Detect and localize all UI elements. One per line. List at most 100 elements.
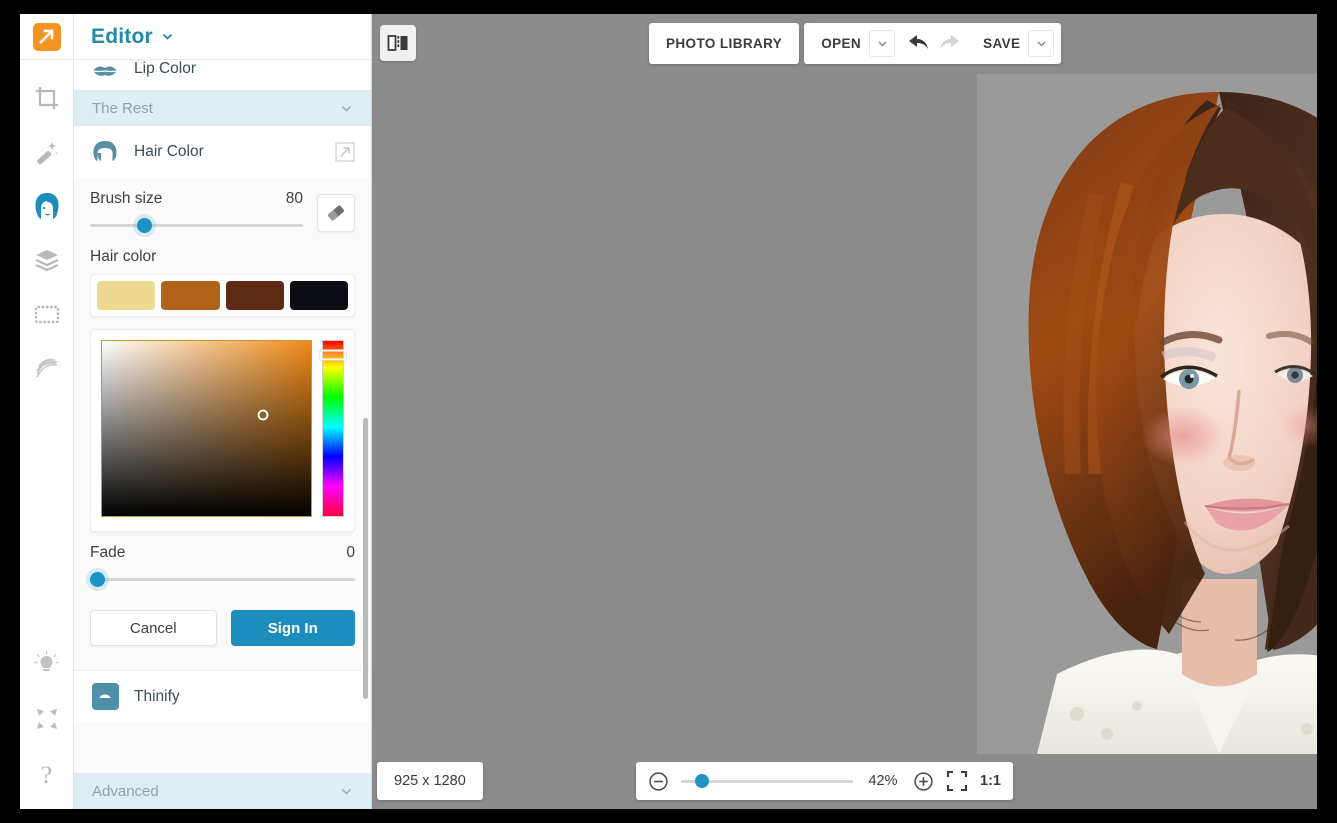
tool-header-hair-color[interactable]: Hair Color: [74, 126, 371, 178]
photo-library-button[interactable]: PHOTO LIBRARY: [649, 23, 799, 64]
panel-body: Lip Color The Rest Hair Color: [74, 60, 371, 809]
swatch-black[interactable]: [290, 281, 348, 310]
plus-circle-icon: [913, 771, 934, 792]
rail-item-help[interactable]: ?: [22, 749, 72, 801]
rail-item-frames[interactable]: [22, 288, 72, 340]
save-button[interactable]: SAVE: [966, 23, 1028, 64]
fit-screen-icon: [946, 770, 968, 792]
section-label: Advanced: [92, 783, 340, 800]
zoom-toolbar: 42% 1:1: [636, 762, 1013, 800]
undo-arrow-icon: [906, 34, 930, 54]
fit-screen-button[interactable]: [946, 770, 968, 792]
slider-track: [90, 578, 355, 581]
list-item-thinify[interactable]: Thinify: [74, 670, 371, 722]
saturation-value-area[interactable]: [101, 340, 312, 517]
upgrade-badge-icon[interactable]: [335, 142, 355, 162]
minus-circle-icon: [648, 771, 669, 792]
portrait-photo: [977, 74, 1317, 754]
zoom-out-button[interactable]: [648, 771, 669, 792]
fade-label: Fade: [90, 544, 346, 562]
list-item-label: Lip Color: [134, 60, 196, 78]
chevron-down-icon: [340, 785, 353, 798]
hair-color-swatches: [90, 274, 355, 317]
lightbulb-icon: [33, 650, 60, 677]
brush-size-label: Brush size: [90, 190, 286, 208]
top-toolbar: PHOTO LIBRARY OPEN SAVE: [649, 23, 1061, 64]
panel-footer: Advanced: [74, 773, 371, 809]
actual-size-button[interactable]: 1:1: [980, 773, 1001, 789]
photo-library-group: PHOTO LIBRARY: [649, 23, 799, 64]
rail-item-layers[interactable]: [22, 234, 72, 286]
rail-item-fullscreen[interactable]: [22, 693, 72, 745]
fade-slider[interactable]: [90, 568, 355, 590]
image-dimensions-badge: 925 x 1280: [377, 762, 483, 800]
redo-arrow-icon: [938, 34, 962, 54]
chevron-down-icon[interactable]: [161, 30, 174, 43]
layers-icon: [33, 246, 61, 274]
action-buttons: Cancel Sign In: [90, 610, 355, 646]
section-label: The Rest: [92, 100, 340, 117]
magic-wand-icon: [33, 138, 61, 166]
zoom-in-button[interactable]: [913, 771, 934, 792]
panel-scrollbar[interactable]: [363, 418, 368, 699]
list-item-lip-color[interactable]: Lip Color: [74, 60, 371, 90]
question-mark-icon: ?: [41, 763, 52, 788]
swatch-dark-brown[interactable]: [226, 281, 284, 310]
section-header-advanced[interactable]: Advanced: [74, 773, 371, 809]
frame-icon: [33, 300, 61, 328]
tool-rail-bottom: ?: [22, 637, 72, 809]
slider-knob[interactable]: [90, 572, 105, 587]
open-button[interactable]: OPEN: [804, 23, 869, 64]
swatch-copper[interactable]: [161, 281, 219, 310]
hair-color-label: Hair color: [90, 248, 355, 266]
before-after-icon: [387, 33, 409, 53]
brush-size-row: Brush size 80: [90, 178, 355, 236]
tool-rail-items: [22, 60, 72, 394]
rail-item-touch-up[interactable]: [22, 126, 72, 178]
zoom-slider[interactable]: [681, 772, 853, 790]
slider-knob[interactable]: [695, 774, 709, 788]
eraser-icon: [325, 202, 347, 224]
redo-button[interactable]: [934, 34, 966, 54]
lips-icon: [90, 60, 120, 82]
cancel-button[interactable]: Cancel: [90, 610, 217, 646]
open-dropdown-caret[interactable]: [869, 30, 895, 57]
brush-size-slider[interactable]: [90, 214, 303, 236]
undo-button[interactable]: [902, 34, 934, 54]
hair-icon: [90, 139, 120, 165]
texture-icon: [33, 354, 61, 382]
fade-row: Fade 0: [90, 532, 355, 590]
save-dropdown-caret[interactable]: [1028, 30, 1054, 57]
photo-canvas[interactable]: [977, 74, 1317, 754]
brush-size-value: 80: [286, 190, 303, 208]
editor-window: ? Editor Lip Color: [20, 14, 1317, 809]
rail-item-textures[interactable]: [22, 342, 72, 394]
chevron-down-icon: [340, 102, 353, 115]
color-picker: [90, 329, 355, 532]
swatch-blonde[interactable]: [97, 281, 155, 310]
section-header-the-rest[interactable]: The Rest: [74, 90, 371, 126]
app-logo-cell[interactable]: [20, 14, 74, 60]
orange-arrow-logo[interactable]: [33, 23, 61, 51]
sign-in-button[interactable]: Sign In: [231, 610, 356, 646]
hue-slider-knob[interactable]: [320, 350, 346, 361]
eraser-button[interactable]: [317, 194, 355, 232]
before-after-button[interactable]: [380, 25, 416, 61]
list-item-label: Thinify: [134, 688, 180, 706]
hue-slider[interactable]: [322, 340, 344, 517]
scale-icon: [90, 683, 120, 710]
slider-knob[interactable]: [137, 218, 152, 233]
zoom-level-value: 42%: [865, 773, 901, 789]
rail-item-beautify[interactable]: [22, 180, 72, 232]
color-picker-marker[interactable]: [257, 409, 268, 420]
panel-header: Editor: [74, 14, 371, 60]
rail-item-crop[interactable]: [22, 72, 72, 124]
tool-title: Hair Color: [134, 143, 204, 161]
chevron-down-icon: [1036, 38, 1047, 49]
rail-item-tips[interactable]: [22, 637, 72, 689]
chevron-down-icon: [877, 38, 888, 49]
tool-rail: ?: [20, 14, 74, 809]
settings-panel: Editor Lip Color The Rest: [74, 14, 372, 809]
hair-color-controls: Brush size 80: [74, 178, 371, 656]
page-title: Editor: [91, 25, 153, 49]
